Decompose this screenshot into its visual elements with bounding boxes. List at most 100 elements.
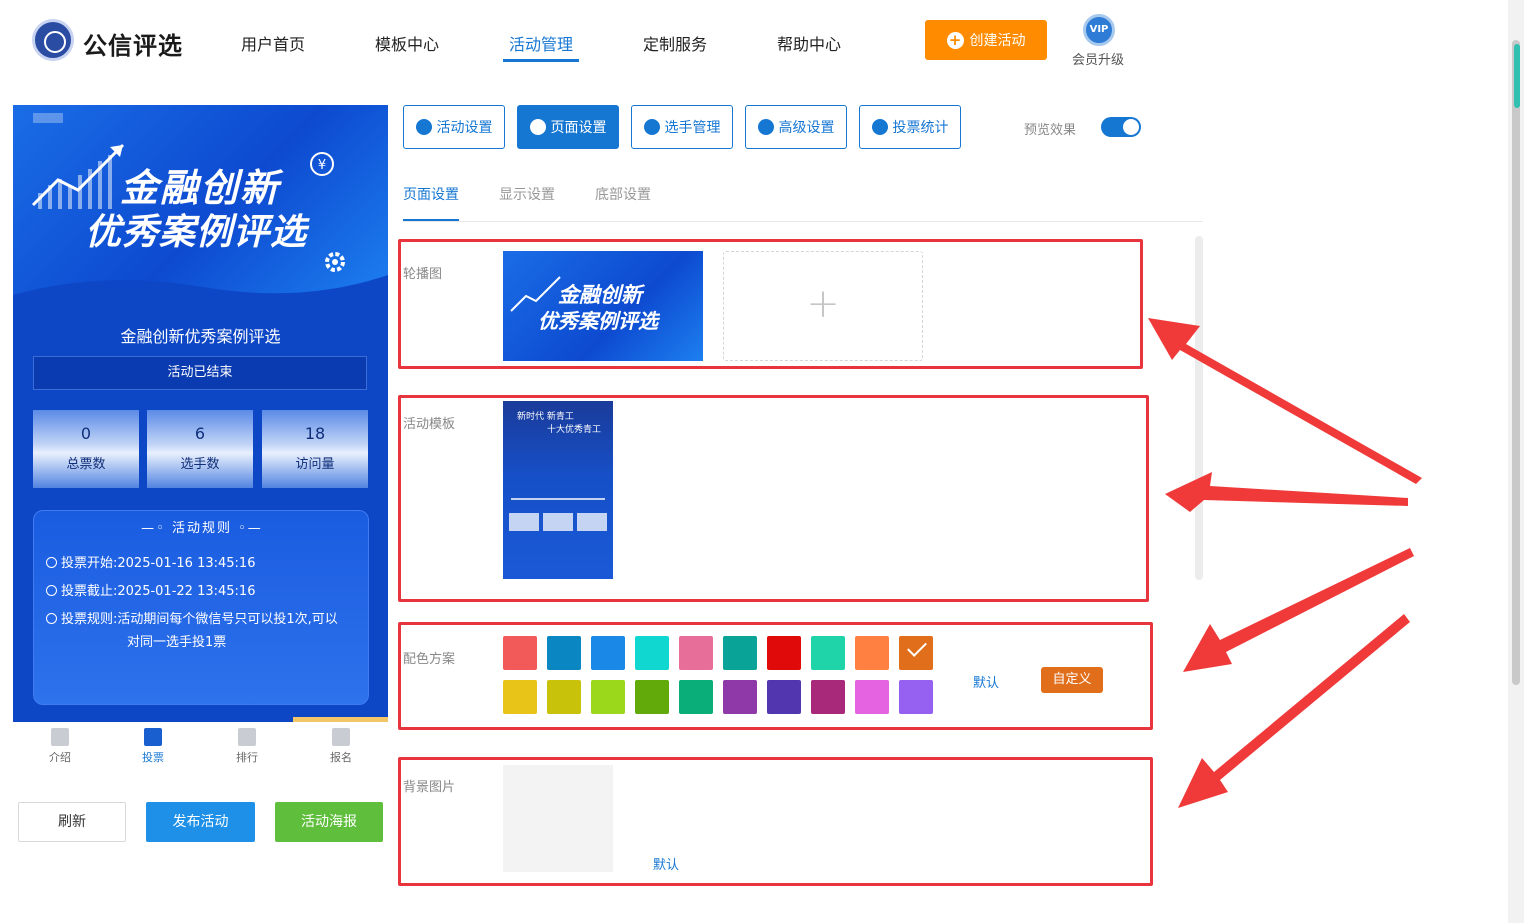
rules-title-text: 活动规则 xyxy=(171,521,232,536)
template-thumbnail[interactable]: 新时代 新青工 十大优秀青工 xyxy=(503,401,613,594)
preview-tabbar: 介绍 投票 排行 报名 xyxy=(13,722,388,772)
color-swatch[interactable] xyxy=(899,680,933,714)
rule-value: 2025-01-16 13:45:16 xyxy=(117,556,256,571)
carousel-image[interactable]: 金融创新 优秀案例评选 xyxy=(503,251,703,361)
custom-color-button[interactable]: 自定义 xyxy=(1041,667,1103,693)
advanced-settings-button[interactable]: 高级设置 xyxy=(745,105,847,149)
color-swatch[interactable] xyxy=(547,680,581,714)
color-swatch[interactable] xyxy=(679,636,713,670)
check-icon xyxy=(907,637,927,657)
star-icon xyxy=(415,119,432,135)
brand-name[interactable]: 公信评选 xyxy=(83,26,183,61)
sliders-icon xyxy=(757,119,774,135)
tab-rank[interactable]: 排行 xyxy=(222,728,272,765)
template-line2: 十大优秀青工 xyxy=(547,425,602,435)
clock-icon xyxy=(46,585,57,596)
nav-activity-management[interactable]: 活动管理 xyxy=(509,31,573,55)
color-swatch[interactable] xyxy=(591,636,625,670)
preview-effect-label: 预览效果 xyxy=(1024,123,1077,138)
status-badge: 活动已结束 xyxy=(33,356,367,390)
template-decor xyxy=(577,513,607,531)
carousel-title-line2: 优秀案例评选 xyxy=(538,309,658,333)
activity-settings-button[interactable]: 活动设置 xyxy=(403,105,505,149)
vip-upgrade-link[interactable]: 会员升级 xyxy=(1072,49,1124,68)
background-image-label: 背景图片 xyxy=(403,780,456,795)
subtab-active-indicator xyxy=(403,219,459,221)
nav-active-indicator xyxy=(503,59,579,62)
color-swatch[interactable] xyxy=(899,636,933,670)
flag-icon xyxy=(332,728,350,746)
settings-scrollbar[interactable] xyxy=(1195,236,1203,580)
template-footer xyxy=(503,579,613,594)
vip-icon[interactable]: VIP xyxy=(1083,14,1115,46)
nav-help-center[interactable]: 帮助中心 xyxy=(777,31,841,55)
color-swatch[interactable] xyxy=(767,680,801,714)
color-swatch[interactable] xyxy=(547,636,581,670)
color-swatch[interactable] xyxy=(767,636,801,670)
subtab-footer-settings[interactable]: 底部设置 xyxy=(595,184,651,204)
color-swatch[interactable] xyxy=(855,680,889,714)
preview-activity-title: 金融创新优秀案例评选 xyxy=(120,327,281,346)
vote-statistics-button[interactable]: 投票统计 xyxy=(859,105,961,149)
scrollbar-accent xyxy=(1514,44,1520,108)
color-swatch[interactable] xyxy=(855,636,889,670)
template-decor xyxy=(511,498,605,500)
background-image-thumbnail[interactable] xyxy=(503,765,613,872)
template-decor xyxy=(543,513,573,531)
create-activity-button[interactable]: + 创建活动 xyxy=(925,20,1047,60)
rule-label: 投票规则: xyxy=(61,612,118,627)
logo-icon[interactable] xyxy=(32,19,74,61)
bookmark-icon xyxy=(51,728,69,746)
stat-label: 选手数 xyxy=(180,457,220,472)
rule-value: 2025-01-22 13:45:16 xyxy=(117,584,256,599)
tab-signup[interactable]: 报名 xyxy=(316,728,366,765)
publish-activity-button[interactable]: 发布活动 xyxy=(146,802,255,842)
tab-label: 介绍 xyxy=(49,751,71,764)
default-color-link[interactable]: 默认 xyxy=(973,672,999,691)
color-swatch[interactable] xyxy=(635,636,669,670)
preview-banner: ¥ 金融创新 优秀案例评选 xyxy=(13,105,388,299)
tab-intro[interactable]: 介绍 xyxy=(35,728,85,765)
color-scheme-label: 配色方案 xyxy=(403,652,456,667)
color-swatch[interactable] xyxy=(811,680,845,714)
stat-value: 18 xyxy=(304,424,326,443)
color-swatch[interactable] xyxy=(503,680,537,714)
color-swatch[interactable] xyxy=(679,680,713,714)
refresh-button[interactable]: 刷新 xyxy=(18,802,126,842)
arrow-to-color xyxy=(1183,548,1414,672)
settings-button-label: 页面设置 xyxy=(550,120,607,136)
vote-check-icon xyxy=(144,728,162,746)
nav-user-home[interactable]: 用户首页 xyxy=(241,31,305,55)
tab-label: 排行 xyxy=(236,751,258,764)
background-default-link[interactable]: 默认 xyxy=(653,854,679,873)
color-swatch[interactable] xyxy=(723,636,757,670)
nav-custom-service[interactable]: 定制服务 xyxy=(643,31,707,55)
carousel-label: 轮播图 xyxy=(403,267,443,282)
rule-vote-end: 投票截止:2025-01-22 13:45:16 xyxy=(46,580,255,599)
color-swatch[interactable] xyxy=(503,636,537,670)
contestant-management-button[interactable]: 选手管理 xyxy=(631,105,733,149)
settings-button-label: 投票统计 xyxy=(892,120,949,136)
rule-vote-rule: 投票规则:活动期间每个微信号只可以投1次,可以 xyxy=(46,608,338,627)
top-header: 公信评选 用户首页 模板中心 活动管理 定制服务 帮助中心 + 创建活动 VIP… xyxy=(0,0,1508,82)
subtab-page-settings[interactable]: 页面设置 xyxy=(403,184,459,204)
subtab-display-settings[interactable]: 显示设置 xyxy=(499,184,555,204)
arrow-to-carousel xyxy=(1148,318,1422,484)
color-swatch[interactable] xyxy=(811,636,845,670)
page-settings-button[interactable]: 页面设置 xyxy=(517,105,619,149)
color-swatch[interactable] xyxy=(591,680,625,714)
users-icon xyxy=(643,119,660,135)
add-carousel-button[interactable]: + xyxy=(723,251,923,361)
rules-title: —◦ 活动规则 ◦— xyxy=(141,521,263,536)
stat-value: 6 xyxy=(194,424,206,443)
color-swatch[interactable] xyxy=(723,680,757,714)
page-scrollbar-thumb[interactable] xyxy=(1512,40,1520,685)
mobile-preview: ¥ 金融创新 优秀案例评选 金融创新优秀案例评选 活动已结束 0 总票数 6 选… xyxy=(13,105,388,722)
color-swatch[interactable] xyxy=(635,680,669,714)
tab-vote[interactable]: 投票 xyxy=(128,728,178,765)
nav-template-center[interactable]: 模板中心 xyxy=(375,31,439,55)
settings-button-label: 活动设置 xyxy=(436,120,493,136)
stat-total-votes: 0 总票数 xyxy=(33,410,139,488)
activity-poster-button[interactable]: 活动海报 xyxy=(275,802,383,842)
preview-effect-toggle[interactable] xyxy=(1101,117,1141,137)
